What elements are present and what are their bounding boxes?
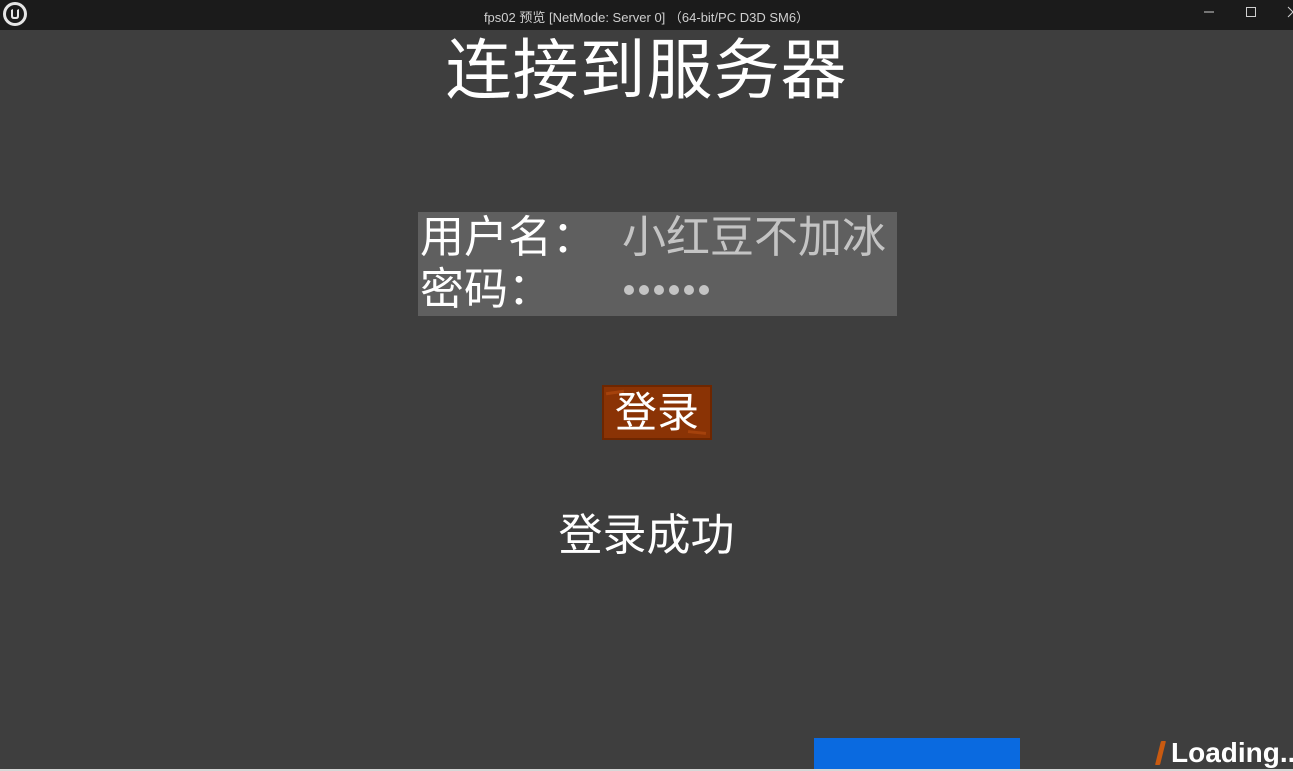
close-button[interactable] bbox=[1276, 0, 1293, 24]
title-bar[interactable]: fps02 预览 [NetMode: Server 0] （64-bit/PC … bbox=[0, 0, 1293, 30]
loading-spinner-icon bbox=[1155, 741, 1166, 765]
username-input[interactable] bbox=[622, 212, 894, 264]
password-mask-dot bbox=[669, 285, 679, 295]
loading-text: Loading.. bbox=[1171, 737, 1293, 768]
password-mask-dot bbox=[639, 285, 649, 295]
password-mask-dot bbox=[684, 285, 694, 295]
username-row: 用户名： bbox=[418, 212, 897, 264]
password-mask-dot bbox=[654, 285, 664, 295]
game-window: fps02 预览 [NetMode: Server 0] （64-bit/PC … bbox=[0, 0, 1293, 771]
login-form-panel: 用户名： 密码： bbox=[418, 212, 897, 316]
blue-panel-bar bbox=[814, 738, 1020, 771]
username-label: 用户名： bbox=[420, 212, 596, 263]
minimize-button[interactable] bbox=[1192, 0, 1226, 24]
password-row: 密码： bbox=[418, 264, 897, 316]
minimize-icon bbox=[1204, 11, 1214, 13]
loading-indicator: Loading.. bbox=[1155, 735, 1293, 771]
window-title: fps02 预览 [NetMode: Server 0] （64-bit/PC … bbox=[483, 10, 810, 25]
login-status-message: 登录成功 bbox=[558, 510, 735, 561]
close-icon bbox=[1287, 6, 1293, 18]
password-mask-dot bbox=[699, 285, 709, 295]
password-mask-dot bbox=[624, 285, 634, 295]
password-label: 密码： bbox=[420, 264, 552, 315]
password-input[interactable] bbox=[624, 264, 709, 316]
maximize-button[interactable] bbox=[1234, 0, 1268, 24]
maximize-icon bbox=[1246, 7, 1256, 17]
page-title: 连接到服务器 bbox=[445, 32, 848, 109]
login-button[interactable]: 登录 bbox=[602, 385, 712, 440]
